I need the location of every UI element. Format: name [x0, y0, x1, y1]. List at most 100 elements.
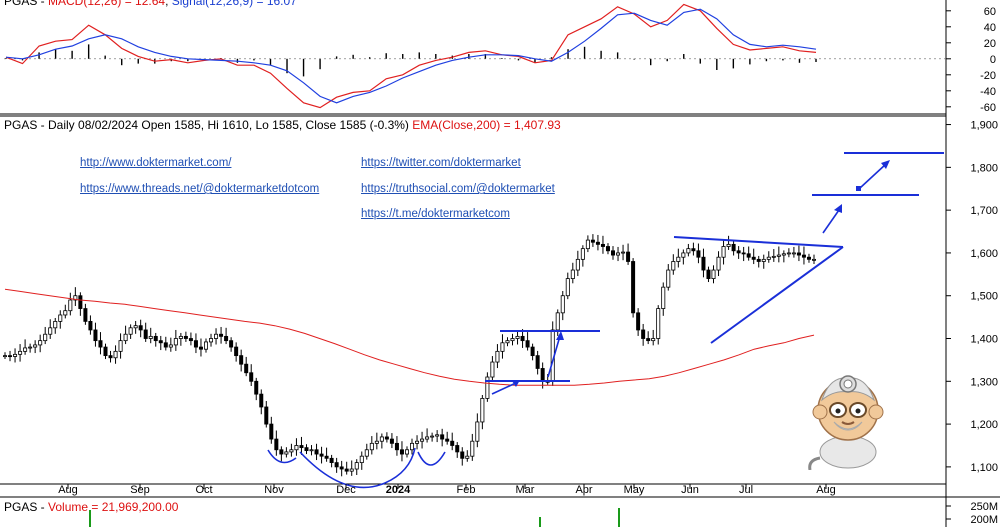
link-twitter[interactable]: https://twitter.com/doktermarket	[361, 157, 521, 169]
candle-body	[666, 269, 671, 288]
candle-body	[33, 344, 38, 348]
candle-body	[58, 314, 63, 322]
candle-body	[299, 445, 304, 449]
breakout-arrowhead-2	[556, 331, 564, 340]
price-y-tick-label: 1,200	[970, 419, 998, 431]
link-telegram[interactable]: https://t.me/doktermarketcom	[361, 208, 510, 220]
candle-body	[495, 350, 500, 363]
candle-body	[631, 261, 636, 314]
macd-y-tick-label: 60	[984, 6, 996, 18]
chart-stage: 60 40 20 0 -20 -40 -60 1,100 1,200 1,300 1,400 1,50…	[0, 0, 1000, 527]
candle-body	[626, 251, 631, 262]
candle-body	[701, 256, 706, 271]
candle-body	[219, 333, 224, 337]
candle-body	[359, 455, 364, 464]
candle-body	[28, 346, 33, 349]
candle-body	[153, 335, 158, 342]
signal-line	[5, 8, 817, 104]
candle-body	[319, 453, 324, 457]
candle-body	[379, 436, 384, 442]
candle-body	[128, 327, 133, 335]
candle-body	[168, 344, 173, 348]
candle-body	[173, 338, 178, 346]
candle-body	[18, 350, 23, 355]
candle-body	[676, 256, 681, 262]
volume-pane-title: PGAS - Volume = 21,969,200.00	[4, 500, 178, 514]
volume-title-text: Volume = 21,969,200.00	[48, 500, 179, 514]
candle-body	[465, 455, 470, 459]
candle-body	[445, 438, 450, 442]
candle-body	[530, 346, 535, 357]
candle-body	[264, 406, 269, 425]
candle-body	[716, 256, 721, 271]
candle-body	[801, 254, 806, 258]
x-axis-label: Jun	[681, 484, 699, 496]
candle-body	[314, 449, 319, 455]
x-axis-label: Sep	[130, 484, 150, 496]
candle-body	[726, 243, 731, 247]
candle-body	[143, 329, 148, 339]
candle-body	[364, 449, 369, 457]
candle-body	[229, 340, 234, 348]
candle-body	[329, 457, 334, 464]
candle-body	[249, 372, 254, 382]
candle-body	[636, 312, 641, 331]
volume-y-tick-label: 200M	[970, 514, 998, 526]
target-arrow-2	[859, 163, 887, 189]
candle-body	[118, 340, 123, 352]
candle-body	[806, 256, 811, 260]
candle-body	[520, 335, 525, 342]
price-y-tick-label: 1,500	[970, 291, 998, 303]
candle-body	[178, 335, 183, 339]
macd-y-tick-label: -20	[980, 70, 996, 82]
candle-body	[475, 421, 480, 442]
candle-body	[309, 449, 314, 452]
link-doktermarket[interactable]: http://www.doktermarket.com/	[80, 157, 231, 169]
candle-body	[354, 462, 359, 470]
x-axis-label: Apr	[575, 484, 592, 496]
candle-body	[23, 347, 28, 352]
price-y-tick-label: 1,100	[970, 462, 998, 474]
macd-title-sep: ,	[165, 0, 172, 8]
candle-body	[123, 333, 128, 342]
candle-body	[430, 435, 435, 438]
macd-title-macd: MACD(12,26) = 12.64	[48, 0, 166, 8]
candle-body	[786, 252, 791, 255]
candle-body	[38, 340, 43, 346]
candle-body	[585, 239, 590, 250]
candle-body	[505, 340, 510, 344]
price-y-tick-label: 1,900	[970, 120, 998, 132]
candle-body	[595, 241, 600, 245]
candle-body	[766, 256, 771, 260]
candle-body	[394, 442, 399, 451]
macd-title-prefix: PGAS -	[4, 0, 49, 8]
candle-body	[193, 340, 198, 348]
cup-right-arc	[417, 451, 446, 466]
macd-y-tick-label: -60	[980, 102, 996, 114]
candle-body	[78, 295, 83, 309]
candle-body	[600, 243, 605, 247]
candle-body	[776, 254, 781, 257]
candle-body	[415, 440, 420, 444]
candle-body	[334, 462, 339, 468]
candle-body	[540, 368, 545, 382]
price-y-tick-label: 1,800	[970, 162, 998, 174]
candle-body	[214, 333, 219, 339]
candle-body	[53, 320, 58, 329]
triangle-resistance	[673, 236, 844, 248]
candle-body	[686, 248, 691, 254]
candle-body	[575, 258, 580, 271]
candle-body	[420, 438, 425, 442]
candle-body	[48, 327, 53, 335]
candle-body	[289, 449, 294, 453]
link-threads[interactable]: https://www.threads.net/@doktermarketdot…	[80, 183, 319, 195]
candle-body	[239, 355, 244, 365]
triangle-support	[710, 246, 844, 344]
candle-body	[746, 253, 751, 258]
x-axis-label: Feb	[457, 484, 476, 496]
price-y-tick-label: 1,300	[970, 376, 998, 388]
candle-body	[43, 333, 48, 342]
candle-body	[158, 340, 163, 344]
link-truthsocial[interactable]: https://truthsocial.com/@doktermarket	[361, 183, 555, 195]
candle-body	[294, 445, 299, 451]
